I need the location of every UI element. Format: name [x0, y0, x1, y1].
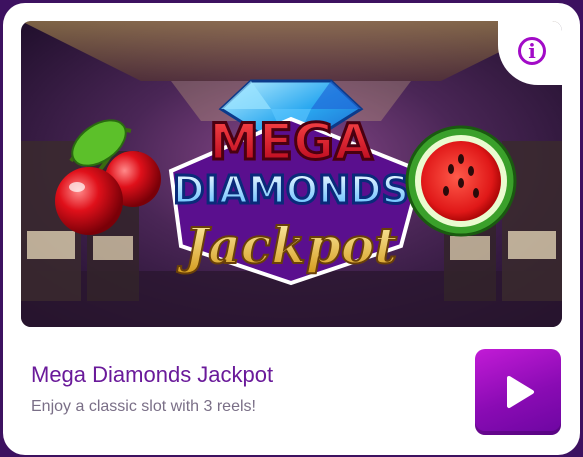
logo-diamonds: DIAMONDS	[173, 168, 409, 212]
game-card: MEGA DIAMONDS Jackpot i Mega Diamonds Ja…	[3, 3, 580, 455]
logo-jackpot: Jackpot	[177, 216, 398, 275]
game-artwork: MEGA DIAMONDS Jackpot	[21, 21, 562, 327]
play-icon	[507, 376, 534, 408]
game-title[interactable]: Mega Diamonds Jackpot	[31, 362, 273, 388]
game-banner[interactable]: MEGA DIAMONDS Jackpot i	[21, 21, 562, 327]
play-button[interactable]	[475, 349, 561, 435]
watermelon-icon	[405, 125, 517, 237]
game-description: Enjoy a classic slot with 3 reels!	[31, 398, 256, 415]
logo-mega: MEGA	[209, 113, 373, 171]
info-icon: i	[518, 37, 546, 65]
